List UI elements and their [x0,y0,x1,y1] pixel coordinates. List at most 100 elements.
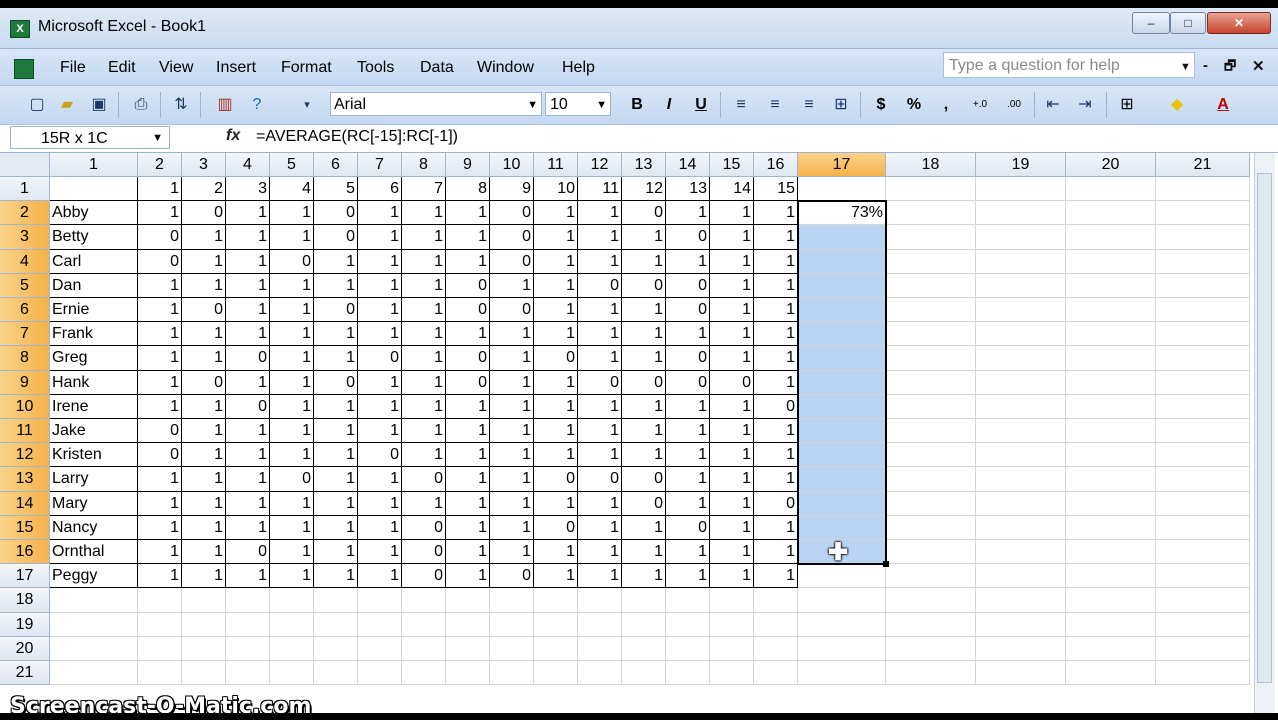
cell[interactable] [886,588,976,613]
cell[interactable] [710,588,754,613]
row-header[interactable]: 1 [0,177,50,202]
cell[interactable] [314,588,358,613]
menu-edit[interactable]: Edit [108,59,136,77]
score-cell[interactable]: 1 [314,540,358,565]
score-cell[interactable]: 0 [754,394,798,419]
name-cell[interactable]: Kristen [50,443,138,468]
column-header[interactable]: 18 [886,153,976,177]
score-cell[interactable]: 1 [358,273,402,298]
currency-button[interactable]: $ [870,94,892,116]
cell[interactable] [1156,515,1250,540]
score-cell[interactable]: 1 [754,249,798,274]
score-cell[interactable]: 0 [622,467,666,492]
fill-color-icon[interactable]: ◆ [1166,94,1188,116]
cell[interactable] [1156,661,1250,686]
score-cell[interactable]: 0 [666,298,710,323]
score-cell[interactable]: 1 [578,322,622,347]
score-cell[interactable]: 1 [710,225,754,250]
cell[interactable] [1156,612,1250,637]
worksheet-grid[interactable]: 1 2 3 4 5 6 7 8 9 10 11 12 13 14 15 16 17 18 19 20 21 1 2 3 4 5 6 7… [0,153,1278,713]
score-cell[interactable]: 1 [666,322,710,347]
cell[interactable] [1156,273,1250,298]
score-cell[interactable]: 1 [710,298,754,323]
score-cell[interactable]: 0 [622,370,666,395]
cell[interactable] [1066,443,1156,468]
score-cell[interactable]: 1 [622,322,666,347]
score-cell[interactable]: 1 [314,491,358,516]
name-cell[interactable]: Larry [50,467,138,492]
score-cell[interactable]: 0 [138,249,182,274]
cell[interactable] [578,588,622,613]
row-header[interactable]: 14 [0,491,50,516]
cell[interactable] [798,177,886,202]
cell[interactable] [666,636,710,661]
cell[interactable] [976,443,1066,468]
cell[interactable] [622,612,666,637]
score-cell[interactable]: 0 [666,515,710,540]
cell[interactable] [1156,419,1250,444]
cell[interactable] [50,612,138,637]
score-cell[interactable]: 1 [358,467,402,492]
score-cell[interactable]: 1 [446,443,490,468]
score-cell[interactable]: 1 [138,346,182,371]
underline-button[interactable]: U [690,94,712,116]
score-cell[interactable]: 1 [138,515,182,540]
score-cell[interactable]: 1 [358,298,402,323]
score-cell[interactable]: 1 [226,419,270,444]
name-cell[interactable]: Carl [50,249,138,274]
score-cell[interactable]: 1 [446,540,490,565]
score-cell[interactable]: 1 [710,201,754,226]
cell[interactable] [270,661,314,686]
score-cell[interactable]: 8 [446,177,490,202]
score-cell[interactable]: 0 [314,370,358,395]
score-cell[interactable]: 1 [710,443,754,468]
row-header[interactable]: 8 [0,346,50,371]
score-cell[interactable]: 1 [490,443,534,468]
score-cell[interactable]: 1 [754,443,798,468]
column-header[interactable]: 3 [182,153,226,177]
cell[interactable] [754,612,798,637]
score-cell[interactable]: 1 [270,491,314,516]
cell[interactable] [402,636,446,661]
score-cell[interactable]: 1 [666,540,710,565]
cell[interactable] [886,298,976,323]
score-cell[interactable]: 1 [666,201,710,226]
score-cell[interactable]: 0 [534,515,578,540]
score-cell[interactable]: 4 [270,177,314,202]
score-cell[interactable]: 0 [490,564,534,589]
name-cell[interactable]: Frank [50,322,138,347]
cell[interactable] [1066,322,1156,347]
score-cell[interactable]: 1 [666,467,710,492]
score-cell[interactable]: 3 [226,177,270,202]
score-cell[interactable]: 1 [666,491,710,516]
cell[interactable] [1066,249,1156,274]
cell[interactable] [976,661,1066,686]
cell[interactable] [976,612,1066,637]
maximize-button[interactable]: □ [1170,12,1206,34]
name-cell[interactable]: Ornthal [50,540,138,565]
score-cell[interactable]: 1 [578,540,622,565]
row-header[interactable]: 11 [0,419,50,444]
score-cell[interactable]: 1 [490,394,534,419]
menu-view[interactable]: View [159,59,193,77]
score-cell[interactable]: 0 [138,443,182,468]
score-cell[interactable]: 1 [754,273,798,298]
cell[interactable] [666,661,710,686]
score-cell[interactable]: 0 [402,467,446,492]
score-cell[interactable]: 0 [578,467,622,492]
score-cell[interactable]: 1 [490,540,534,565]
name-cell[interactable]: Mary [50,491,138,516]
row-header[interactable]: 16 [0,540,50,565]
average-cell[interactable] [798,564,886,589]
bold-button[interactable]: B [626,94,648,116]
cell[interactable] [1066,225,1156,250]
workbook-icon[interactable] [14,59,34,79]
cell[interactable] [1156,346,1250,371]
score-cell[interactable]: 1 [534,249,578,274]
cell[interactable] [314,612,358,637]
score-cell[interactable]: 1 [138,370,182,395]
score-cell[interactable]: 1 [754,346,798,371]
score-cell[interactable]: 1 [578,419,622,444]
average-cell[interactable]: 73% [798,201,886,226]
average-cell[interactable] [798,419,886,444]
